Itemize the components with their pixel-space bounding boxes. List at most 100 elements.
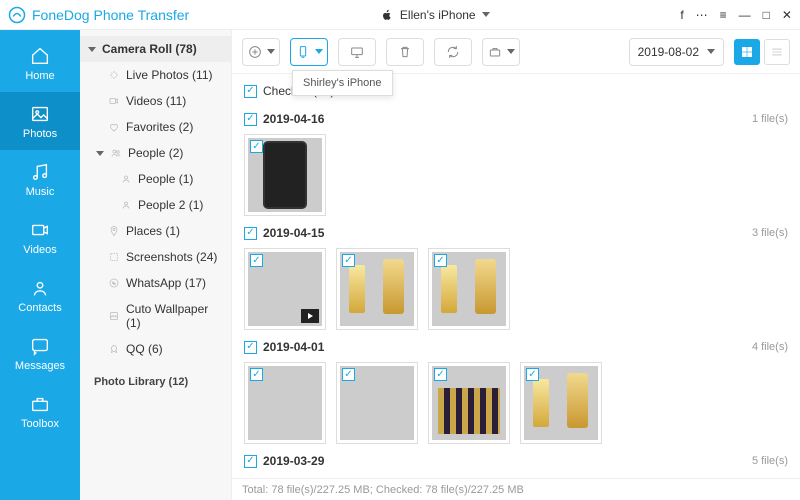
heart-icon [108, 121, 120, 133]
message-icon [29, 335, 51, 357]
sidebar-item[interactable]: Videos (11) [80, 88, 231, 114]
photo-thumb[interactable] [520, 362, 602, 444]
left-nav: HomePhotosMusicVideosContactsMessagesToo… [0, 30, 80, 500]
list-view-button[interactable] [764, 39, 790, 65]
group-checkbox[interactable] [244, 227, 257, 240]
add-button[interactable] [242, 38, 280, 66]
grid-view-button[interactable] [734, 39, 760, 65]
thumb-checkbox[interactable] [250, 254, 263, 267]
photo-thumb[interactable] [244, 134, 326, 216]
photo-group: 2019-04-014 file(s) [244, 338, 788, 444]
qq-icon [108, 343, 120, 355]
group-count: 5 file(s) [752, 455, 788, 467]
video-badge-icon [301, 309, 319, 323]
group-header[interactable]: 2019-04-014 file(s) [244, 338, 788, 356]
check-all-checkbox[interactable] [244, 85, 257, 98]
chevron-down-icon [88, 47, 96, 52]
sidebar-item[interactable]: Cuto Wallpaper (1) [80, 296, 231, 336]
nav-photos[interactable]: Photos [0, 92, 80, 150]
chevron-down-icon [315, 49, 323, 54]
sidebar-item[interactable]: People (1) [80, 166, 231, 192]
refresh-button[interactable] [434, 38, 472, 66]
sidebar-item[interactable]: Live Photos (11) [80, 62, 231, 88]
thumb-checkbox[interactable] [434, 368, 447, 381]
group-date: 2019-04-16 [263, 112, 324, 126]
nav-videos[interactable]: Videos [0, 208, 80, 266]
nav-contacts[interactable]: Contacts [0, 266, 80, 324]
sidebar-item[interactable]: People 2 (1) [80, 192, 231, 218]
video-icon [108, 95, 120, 107]
chevron-down-icon [507, 49, 515, 54]
thumb-checkbox[interactable] [526, 368, 539, 381]
nav-music[interactable]: Music [0, 150, 80, 208]
nav-toolbox[interactable]: Toolbox [0, 382, 80, 440]
sparkle-icon [108, 69, 120, 81]
group-checkbox[interactable] [244, 341, 257, 354]
photo-group: 2019-03-295 file(s) [244, 452, 788, 470]
thumb-checkbox[interactable] [250, 140, 263, 153]
close-icon[interactable]: ✕ [782, 8, 792, 22]
photo-thumb[interactable] [244, 362, 326, 444]
titlebar: FoneDog Phone Transfer Ellen's iPhone f … [0, 0, 800, 30]
video-icon [29, 219, 51, 241]
export-to-device-button[interactable] [290, 38, 328, 66]
sidebar-item[interactable]: Screenshots (24) [80, 244, 231, 270]
sidebar-item[interactable]: Favorites (2) [80, 114, 231, 140]
status-bar: Total: 78 file(s)/227.25 MB; Checked: 78… [232, 478, 800, 500]
date-filter[interactable]: 2019-08-02 [629, 38, 724, 66]
app-logo-icon [8, 6, 26, 24]
photo-thumb[interactable] [428, 248, 510, 330]
nav-messages[interactable]: Messages [0, 324, 80, 382]
delete-button[interactable] [386, 38, 424, 66]
feedback-icon[interactable]: f [680, 8, 683, 22]
home-icon [29, 45, 51, 67]
album-sidebar: Camera Roll (78)Live Photos (11)Videos (… [80, 30, 232, 500]
photo-thumb[interactable] [428, 362, 510, 444]
photo-icon [29, 103, 51, 125]
whatsapp-icon [108, 277, 120, 289]
group-header[interactable]: 2019-04-153 file(s) [244, 224, 788, 242]
export-to-pc-button[interactable] [338, 38, 376, 66]
menu-icon[interactable]: ≡ [720, 8, 727, 22]
photo-group: 2019-04-16 1 file(s) [244, 110, 788, 216]
sidebar-item[interactable]: WhatsApp (17) [80, 270, 231, 296]
thumb-row [244, 134, 788, 216]
sidebar-camera-roll[interactable]: Camera Roll (78) [80, 36, 231, 62]
group-count: 4 file(s) [752, 341, 788, 353]
window-controls: f ⋯ ≡ — □ ✕ [680, 8, 792, 22]
date-filter-value: 2019-08-02 [638, 45, 699, 59]
nav-home[interactable]: Home [0, 34, 80, 92]
group-count: 1 file(s) [752, 113, 788, 125]
sidebar-item[interactable]: Places (1) [80, 218, 231, 244]
chevron-down-icon [482, 12, 490, 17]
thumb-checkbox[interactable] [434, 254, 447, 267]
toolbox-button[interactable] [482, 38, 520, 66]
photo-thumb[interactable] [244, 248, 326, 330]
photo-group: 2019-04-153 file(s) [244, 224, 788, 330]
sidebar-item[interactable]: QQ (6) [80, 336, 231, 362]
toolbox-icon [29, 393, 51, 415]
minimize-icon[interactable]: — [739, 8, 751, 22]
photo-thumb[interactable] [336, 362, 418, 444]
thumb-checkbox[interactable] [342, 368, 355, 381]
sidebar-photo-library[interactable]: Photo Library (12) [80, 370, 231, 394]
thumb-checkbox[interactable] [342, 254, 355, 267]
group-checkbox[interactable] [244, 455, 257, 468]
apple-icon [380, 8, 394, 22]
photo-thumb[interactable] [336, 248, 418, 330]
thumb-checkbox[interactable] [250, 368, 263, 381]
person-icon [120, 173, 132, 185]
chat-icon[interactable]: ⋯ [696, 8, 708, 22]
people-icon [110, 147, 122, 159]
device-name: Ellen's iPhone [400, 8, 476, 22]
toolbar: 2019-08-02 Shirley's iPhone [232, 30, 800, 74]
group-header[interactable]: 2019-04-16 1 file(s) [244, 110, 788, 128]
group-count: 3 file(s) [752, 227, 788, 239]
group-checkbox[interactable] [244, 113, 257, 126]
contact-icon [29, 277, 51, 299]
wallpaper-icon [108, 310, 120, 322]
maximize-icon[interactable]: □ [763, 8, 770, 22]
sidebar-item[interactable]: People (2) [80, 140, 231, 166]
device-selector[interactable]: Ellen's iPhone [369, 5, 501, 25]
group-header[interactable]: 2019-03-295 file(s) [244, 452, 788, 470]
